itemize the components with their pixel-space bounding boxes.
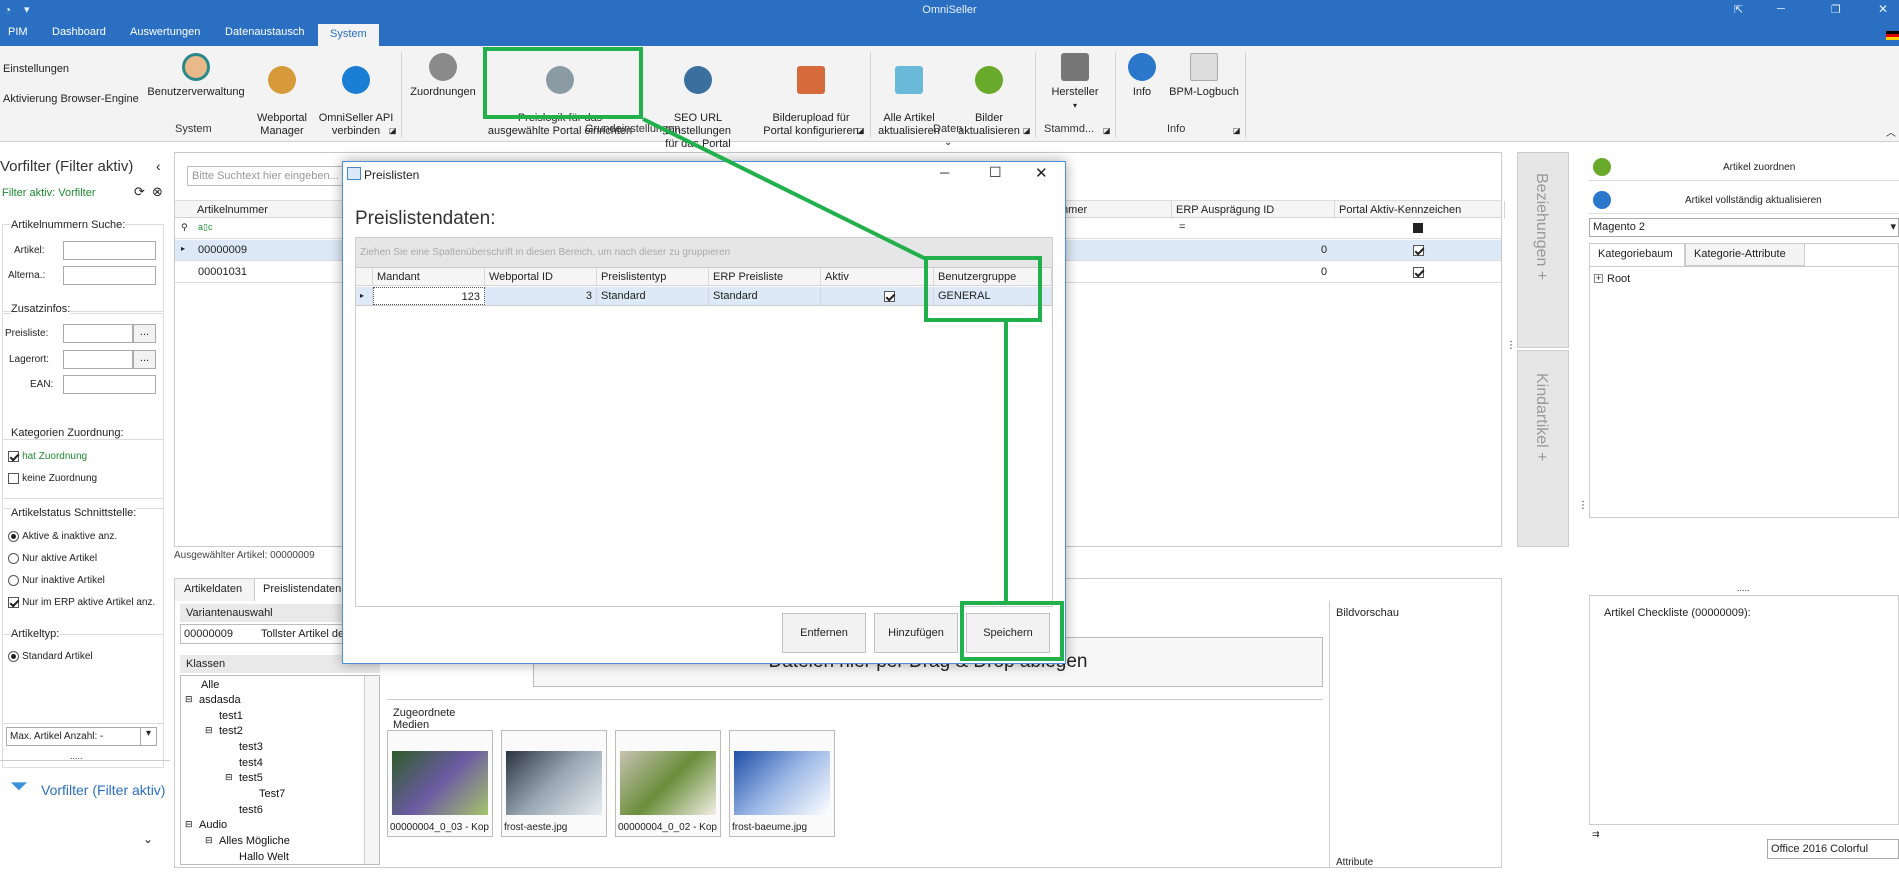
annotation-line xyxy=(642,117,929,262)
annotation-lines xyxy=(642,117,1008,601)
